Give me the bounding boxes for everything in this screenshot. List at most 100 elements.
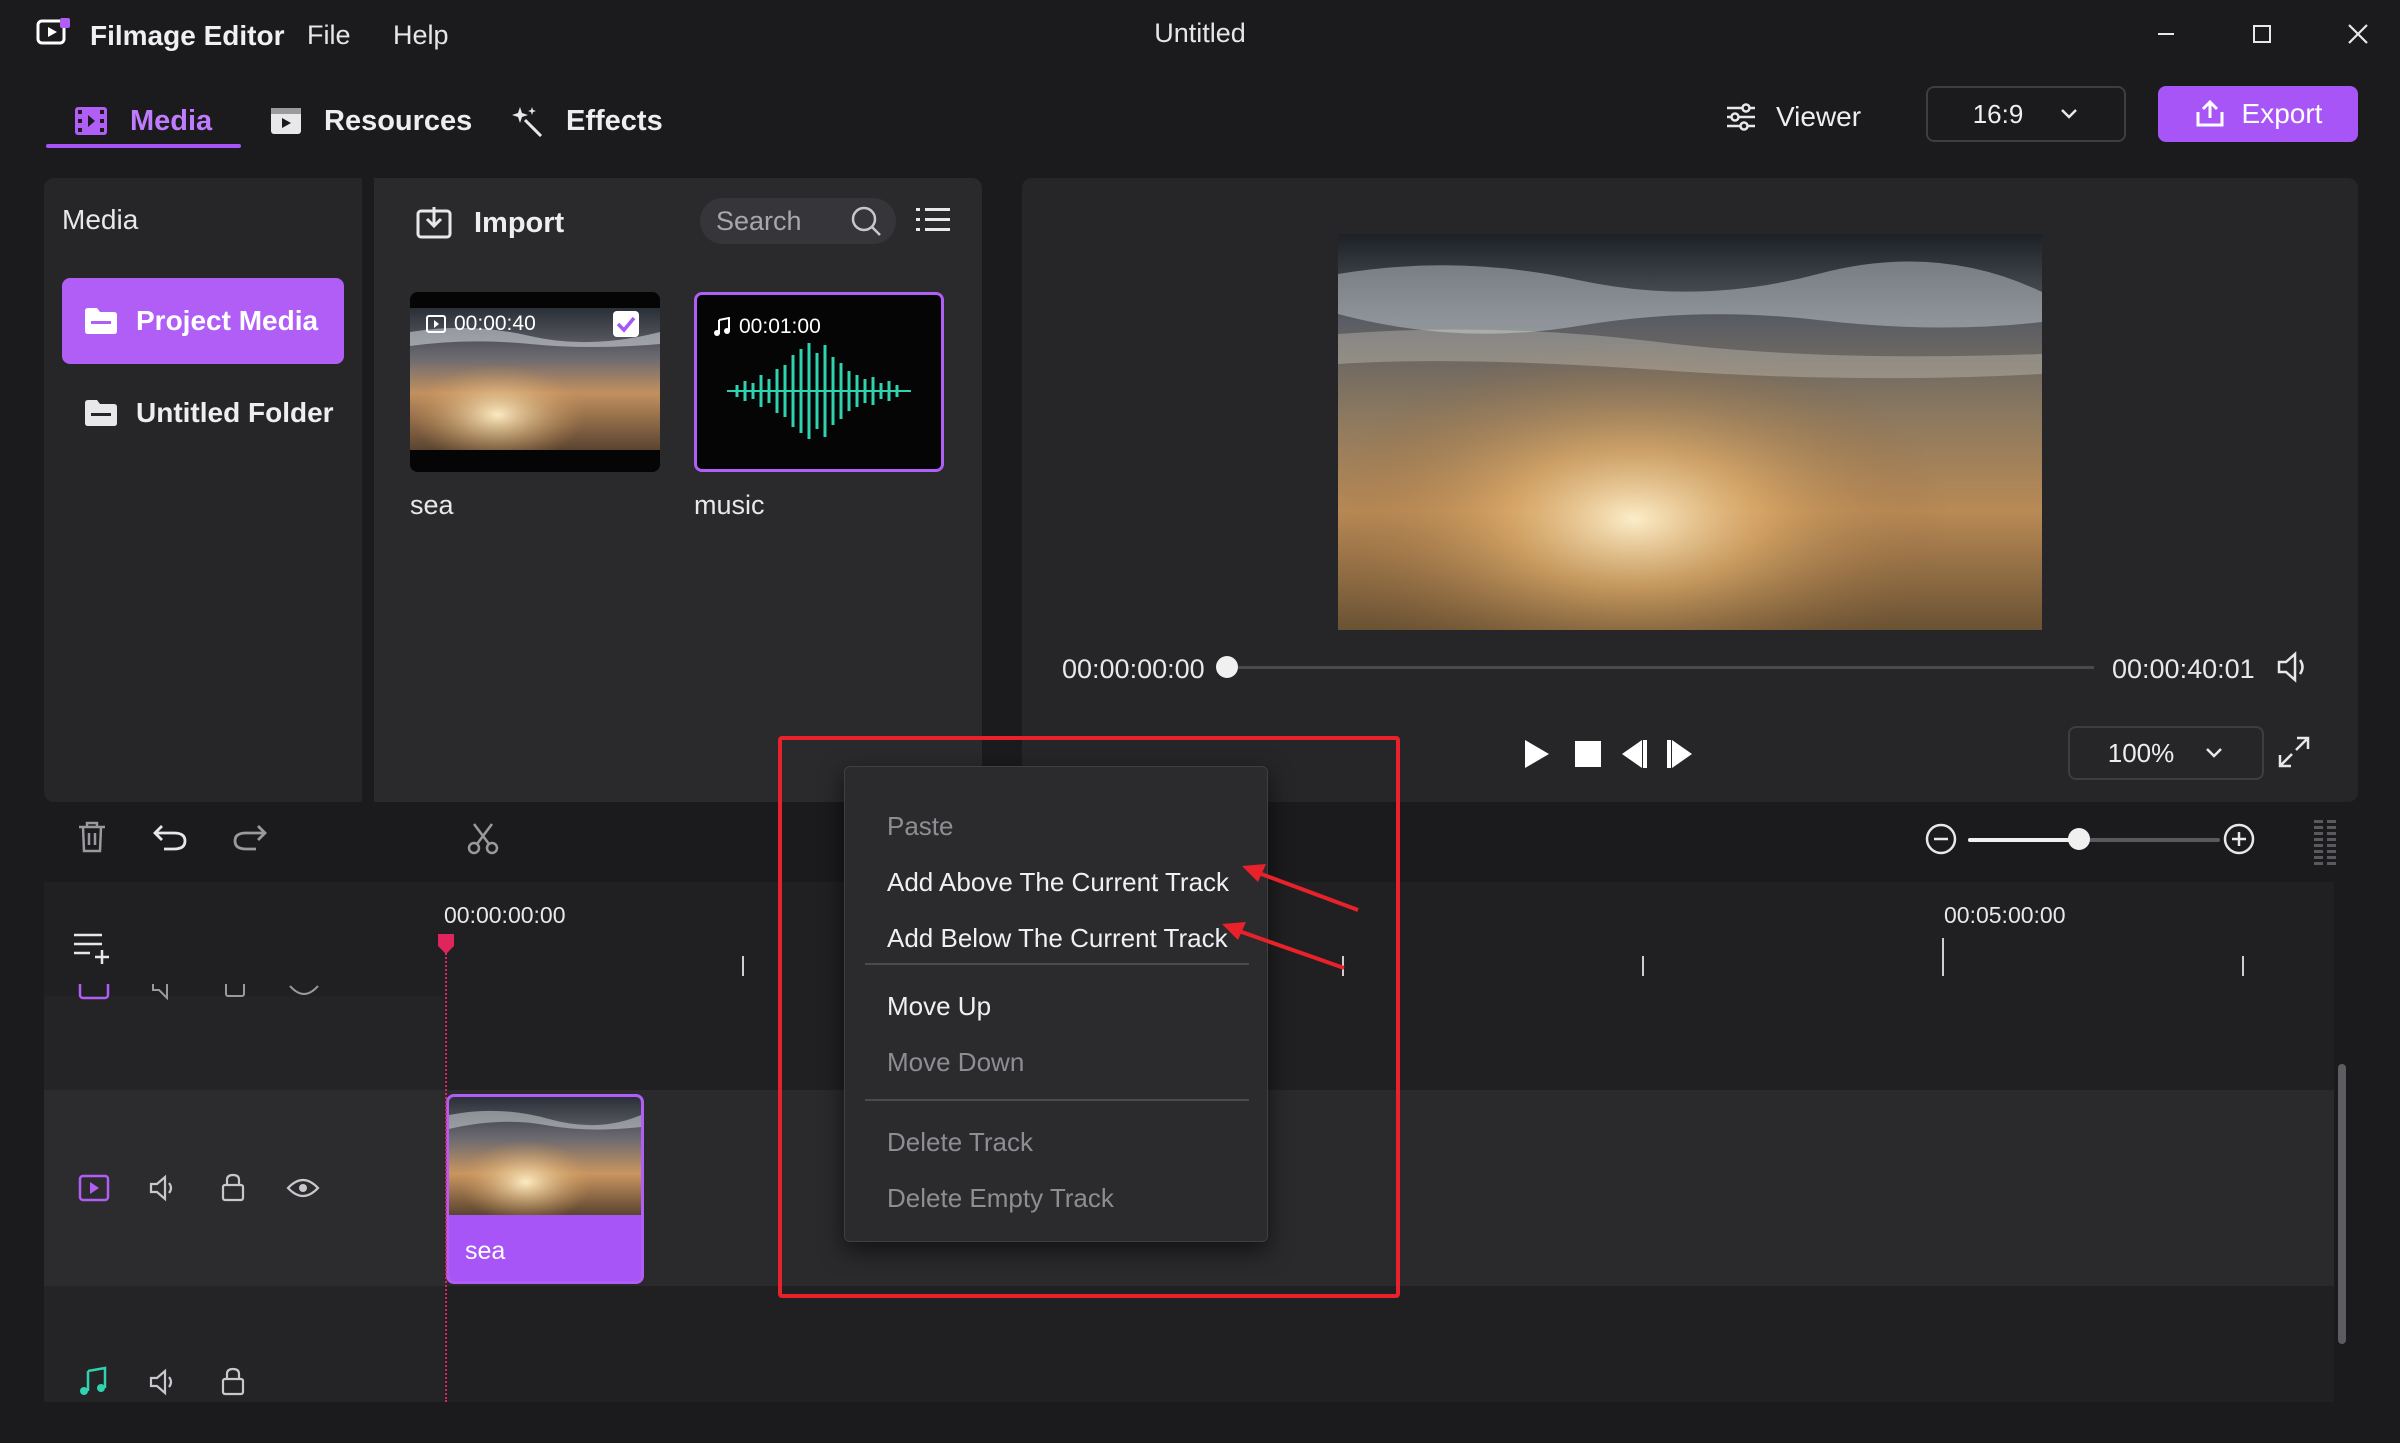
track-visibility-icon[interactable] [286,1176,320,1200]
audio-meter-icon [2312,818,2338,866]
menu-file[interactable]: File [307,20,351,51]
folder-icon [85,308,117,334]
total-time: 00:00:40:01 [2112,654,2255,684]
tab-media-label: Media [130,104,213,137]
video-track-lane[interactable] [444,1090,2334,1286]
preview-zoom-select[interactable]: 100% [2068,726,2264,780]
search-icon [851,206,881,236]
add-track-icon[interactable] [72,930,110,964]
step-forward-icon [1667,740,1692,768]
track-lock-icon[interactable] [220,1172,246,1202]
maximize-icon [2253,25,2271,43]
minimize-icon [2158,33,2174,35]
menu-item-delete-empty-track[interactable]: Delete Empty Track [887,1183,1114,1214]
music-duration-badge: 00:01:00 [713,315,821,339]
menu-item-paste[interactable]: Paste [887,811,954,842]
tab-media[interactable]: Media [74,96,212,146]
clip-thumbnail [449,1097,641,1215]
menu-help[interactable]: Help [393,20,449,51]
tab-effects[interactable]: Effects [512,96,663,146]
active-tab-indicator [46,144,241,148]
viewer-label: Viewer [1776,101,1862,132]
menu-item-move-down[interactable]: Move Down [887,1047,1024,1078]
track-video-icon[interactable] [78,984,110,1010]
tab-resources-label: Resources [324,104,473,137]
track-context-menu: Paste Add Above The Current Track Add Be… [844,766,1268,1242]
stop-button[interactable] [1574,740,1602,768]
music-note-icon [714,317,730,336]
zoom-in-icon[interactable] [2222,822,2256,856]
import-button[interactable]: Import [416,200,564,246]
tab-resources[interactable]: Resources [270,96,472,146]
menu-item-delete-track[interactable]: Delete Track [887,1127,1033,1158]
track-volume-icon[interactable] [150,984,182,1008]
viewer-button[interactable]: Viewer [1726,94,1861,140]
zoom-out-icon[interactable] [1924,822,1958,856]
sparkle-icon [512,107,543,137]
track-video-icon[interactable] [78,1174,110,1202]
ruler-start-time: 00:00:00:00 [444,902,566,928]
aspect-ratio-select[interactable]: 16:9 [1926,86,2126,142]
export-icon [2196,100,2224,127]
search-placeholder: Search [716,205,802,236]
timeline-zoom-fill [1968,838,2080,842]
volume-icon[interactable] [2276,650,2312,684]
sea-duration-badge: 00:00:40 [426,312,536,336]
minimize-button[interactable] [2130,12,2202,56]
ruler-tick [1342,956,1344,976]
folder-untitled-label: Untitled Folder [136,397,334,428]
sea-duration: 00:00:40 [454,312,536,335]
menu-item-add-below[interactable]: Add Below The Current Track [887,923,1228,954]
ruler-tick [742,956,744,976]
folder-project-media[interactable]: Project Media [62,278,344,364]
media-item-sea[interactable]: 00:00:40 [410,292,660,472]
timeline-scrollbar[interactable] [2338,1064,2346,1344]
film-icon [75,107,107,135]
play-button[interactable] [1522,738,1552,770]
stop-icon [1575,741,1601,767]
close-button[interactable] [2322,12,2394,56]
menu-item-add-above[interactable]: Add Above The Current Track [887,867,1229,898]
scrubber-handle[interactable] [1216,656,1238,678]
app-name: Filmage Editor [90,20,285,51]
chevron-down-icon [2206,748,2223,758]
track-music-icon[interactable] [78,1366,108,1396]
export-button[interactable]: Export [2158,86,2358,142]
folder-project-media-label: Project Media [136,305,319,336]
sidebar-heading: Media [62,204,139,235]
export-label: Export [2241,98,2323,129]
list-view-icon[interactable] [916,206,950,234]
ruler-mark-time: 00:05:00:00 [1944,902,2066,928]
close-icon [2348,24,2368,44]
track-lock-icon[interactable] [220,1366,246,1396]
redo-icon[interactable] [232,822,268,852]
fullscreen-icon[interactable] [2276,734,2312,770]
title-bar [0,0,2400,68]
video-icon [426,315,446,333]
sea-checkbox[interactable] [612,310,640,338]
prev-frame-button[interactable] [1618,738,1648,770]
track-lock-icon[interactable] [222,984,248,1008]
track-volume-icon[interactable] [148,1174,180,1202]
maximize-button[interactable] [2226,12,2298,56]
media-item-music[interactable]: 00:01:00 [694,292,944,472]
delete-icon[interactable] [76,820,108,854]
scissors-icon[interactable] [466,822,500,856]
timeline-zoom-handle[interactable] [2068,828,2090,850]
track-visibility-icon[interactable] [288,984,320,1008]
step-back-icon [1622,740,1647,768]
menu-item-move-up[interactable]: Move Up [887,991,991,1022]
clip-label: sea [465,1237,506,1265]
timeline-clip-sea[interactable]: sea [446,1094,644,1284]
import-icon [416,207,452,239]
sliders-icon [1727,103,1755,131]
menu-separator [865,963,1249,965]
track-volume-icon[interactable] [148,1368,180,1396]
folder-untitled[interactable]: Untitled Folder [62,370,344,456]
media-sidebar [44,178,362,802]
undo-icon[interactable] [152,822,188,852]
next-frame-button[interactable] [1666,738,1696,770]
search-input[interactable]: Search [700,198,896,244]
playback-scrubber[interactable] [1226,666,2094,669]
play-icon [1525,740,1549,768]
